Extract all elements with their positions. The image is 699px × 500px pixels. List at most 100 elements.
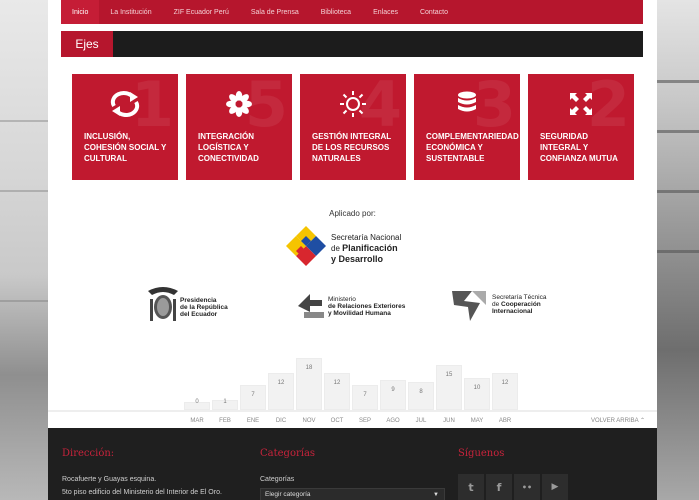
cancilleria-text: Ministerio de Relaciones Exteriores y Mo… (328, 296, 405, 317)
archive-bar-value: 12 (501, 379, 509, 386)
cancilleria-logo[interactable]: Ministerio de Relaciones Exteriores y Mo… (294, 284, 406, 326)
footer: Dirección: Rocafuerte y Guayas esquina. … (48, 428, 657, 500)
archive-bar-may[interactable]: 10 (464, 377, 490, 410)
archive-bar-jul[interactable]: 8 (408, 382, 434, 410)
cancilleria-line2: de Relaciones Exteriores (328, 303, 406, 310)
flickr-icon[interactable]: •• (514, 474, 540, 500)
facebook-icon[interactable]: f (486, 474, 512, 500)
footer-siguenos-title: Síguenos (458, 448, 505, 459)
archive-month-label[interactable]: FEB (212, 418, 238, 424)
archive-bar-value: 7 (251, 391, 255, 398)
coat-of-arms-icon (148, 287, 178, 321)
nav-item-biblioteca[interactable]: Biblioteca (310, 0, 362, 24)
main-nav: Inicio La Institución ZIF Ecuador Perú S… (61, 0, 643, 24)
cooperacion-line3: Cooperación (501, 301, 541, 308)
archive-bar-ago[interactable]: 9 (380, 380, 406, 410)
senplades-line1: Secretaría Nacional (331, 233, 402, 242)
nav-item-inicio[interactable]: Inicio (61, 0, 100, 24)
axis-tile-recursos[interactable]: 4 GESTIÓN INTEGRAL DE LOS RECURSOS NATUR… (300, 74, 406, 180)
archive-bar-value: 1 (223, 399, 227, 406)
archive-month-label[interactable]: OCT (324, 418, 350, 424)
archive-bar-dic[interactable]: 12 (268, 372, 294, 410)
tile-label: INCLUSIÓN, COHESIÓN SOCIAL Y CULTURAL (84, 132, 167, 163)
axis-tile-economica[interactable]: 3 COMPLEMENTARIEDAD ECONÓMICA Y SUSTENTA… (414, 74, 520, 180)
archive-bar-oct[interactable]: 12 (324, 372, 350, 410)
tile-label: INTEGRACIÓN LOGÍSTICA Y CONECTIVIDAD (198, 132, 259, 163)
archive-bar-value: 12 (277, 379, 285, 386)
cooperacion-logo[interactable]: Secretaría Técnica de Cooperación Intern… (448, 284, 564, 326)
presidencia-logo[interactable]: Presidencia de la República del Ecuador (144, 284, 256, 326)
presidencia-line3: del Ecuador (180, 311, 218, 318)
axis-tile-inclusion[interactable]: 1 INCLUSIÓN, COHESIÓN SOCIAL Y CULTURAL (72, 74, 178, 180)
nav-item-sala-prensa[interactable]: Sala de Prensa (240, 0, 310, 24)
sun-icon (300, 90, 406, 118)
footer-categorias-label: Categorías (260, 476, 295, 483)
archive-month-label[interactable]: MAR (184, 418, 210, 424)
twitter-icon[interactable]: t (458, 474, 484, 500)
archive-bar-value: 0 (195, 399, 199, 405)
back-to-top-label: VOLVER ARRIBA (591, 418, 639, 424)
presidencia-line2: de la República (180, 304, 228, 311)
archive-month-label[interactable]: DIC (268, 418, 294, 424)
chevron-up-icon: ⌃ (639, 418, 645, 424)
axis-tile-seguridad[interactable]: 2 SEGURIDAD INTEGRAL Y CONFIANZA MUTUA (528, 74, 634, 180)
nav-item-zif[interactable]: ZIF Ecuador Perú (163, 0, 240, 24)
archive-bar-feb[interactable]: 1 (212, 399, 238, 410)
archive-bar-mar[interactable]: 0 (184, 399, 210, 410)
section-header: Ejes (61, 31, 643, 57)
nav-item-contacto[interactable]: Contacto (409, 0, 459, 24)
senplades-line4: y Desarrollo (331, 254, 384, 264)
archive-bar-value: 7 (363, 391, 367, 398)
social-links: t f •• ▶ (458, 474, 568, 500)
tile-label: COMPLEMENTARIEDAD ECONÓMICA Y SUSTENTABL… (426, 132, 519, 163)
senplades-logo[interactable]: Secretaría Nacional de Planificación y D… (284, 222, 424, 270)
category-select[interactable]: Elegir categoría ▼ (260, 488, 445, 500)
archive-bar-sep[interactable]: 7 (352, 384, 378, 410)
tile-label: GESTIÓN INTEGRAL DE LOS RECURSOS NATURAL… (312, 132, 391, 163)
archive-month-label[interactable]: SEP (352, 418, 378, 424)
archive-bar-nov[interactable]: 18 (296, 358, 322, 410)
database-stack-icon (414, 90, 520, 118)
archive-month-label[interactable]: JUN (436, 418, 462, 424)
cancilleria-line3: y Movilidad Humana (328, 310, 391, 317)
tile-label: SEGURIDAD INTEGRAL Y CONFIANZA MUTUA (540, 132, 618, 163)
archive-month-label[interactable]: JUL (408, 418, 434, 424)
cooperacion-line4: Internacional (492, 308, 533, 315)
cooperacion-line2: de (492, 301, 500, 308)
applied-by-label: Aplicado por: (329, 209, 376, 218)
page-container: Inicio La Institución ZIF Ecuador Perú S… (48, 0, 657, 500)
footer-direccion-line1: Rocafuerte y Guayas esquina. (62, 476, 157, 483)
archive-bar-value: 9 (391, 387, 395, 393)
back-to-top-link[interactable]: VOLVER ARRIBA ⌃ (591, 417, 645, 424)
cancilleria-arrows-icon (298, 294, 324, 318)
cancilleria-line1: Ministerio (328, 296, 356, 303)
senplades-line2: de (331, 244, 340, 253)
archive-bar-abr[interactable]: 12 (492, 372, 518, 410)
cooperacion-emblem-icon (452, 291, 486, 321)
archive-bar-jun[interactable]: 15 (436, 365, 462, 410)
senplades-emblem-icon (286, 226, 326, 266)
archive-bar-ene[interactable]: 7 (240, 384, 266, 410)
archive-month-label[interactable]: AGO (380, 418, 406, 424)
archive-bar-value: 18 (305, 365, 313, 371)
archive-bar-value: 8 (419, 389, 423, 396)
footer-direccion-line2: 5to piso edificio del Ministerio del Int… (62, 489, 222, 496)
footer-categorias-title: Categorías (260, 448, 316, 459)
flower-icon (186, 90, 292, 118)
shrink-arrows-icon (528, 90, 634, 118)
cooperacion-line1: Secretaría Técnica (492, 294, 547, 301)
archive-bar-value: 10 (473, 384, 481, 391)
archive-month-label[interactable]: ENE (240, 418, 266, 424)
youtube-icon[interactable]: ▶ (542, 474, 568, 500)
archive-chart: VOLVER ARRIBA ⌃ 0 MAR 1 FEB 7 ENE 12 DIC 18 NOV 12… (48, 340, 657, 430)
presidencia-line1: Presidencia (180, 297, 217, 304)
senplades-line3: Planificación (342, 243, 398, 253)
archive-month-label[interactable]: ABR (492, 418, 518, 424)
nav-item-enlaces[interactable]: Enlaces (362, 0, 409, 24)
archive-month-label[interactable]: MAY (464, 418, 490, 424)
archive-month-label[interactable]: NOV (296, 418, 322, 424)
axis-tile-integracion[interactable]: 5 INTEGRACIÓN LOGÍSTICA Y CONECTIVIDAD (186, 74, 292, 180)
nav-item-institucion[interactable]: La Institución (99, 0, 162, 24)
archive-bar-value: 12 (333, 379, 341, 386)
archive-bar-value: 15 (445, 372, 453, 379)
